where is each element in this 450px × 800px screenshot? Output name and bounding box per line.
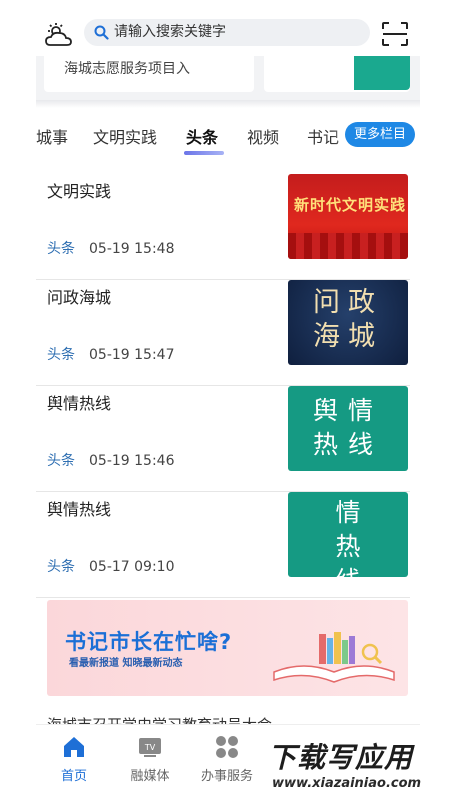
tab-headlines[interactable]: 头条	[186, 124, 218, 148]
nav-services[interactable]: 办事服务	[192, 725, 262, 795]
volunteer-service-label: 海城志愿服务项目入	[64, 61, 190, 77]
nav-media[interactable]: TV 融媒体	[115, 725, 185, 795]
tab-video[interactable]: 视频	[247, 124, 279, 148]
more-columns-button[interactable]: 更多栏目	[345, 122, 415, 147]
scan-icon[interactable]	[381, 21, 409, 47]
news-thumbnail: 新时代文明实践	[288, 174, 408, 259]
thumbnail-text: 新时代文明实践	[294, 196, 407, 214]
tv-icon: TV	[139, 738, 161, 757]
banner-subline: 看最新报道 知晓最新动态	[69, 658, 183, 669]
thumbnail-text: 问政 海城	[288, 286, 408, 354]
featured-card-2[interactable]	[264, 56, 410, 92]
news-title: 问政海城	[47, 288, 112, 307]
thumbnail-text-line: 热	[335, 532, 361, 561]
news-time: 05-19 15:47	[89, 347, 175, 363]
search-icon	[94, 25, 109, 40]
news-thumbnail: 问政 海城	[288, 280, 408, 365]
thumbnail-text: 情 热 线	[288, 496, 408, 577]
news-meta: 头条 05-19 15:48	[47, 238, 174, 258]
thumbnail-text-line: 海城	[313, 321, 383, 352]
nav-label: 融媒体	[130, 769, 170, 784]
watermark-url: www.xiazainiao.com	[272, 776, 422, 791]
news-item[interactable]: 舆情热线 头条 05-17 09:10 情 热 线	[36, 492, 410, 598]
news-time: 05-19 15:48	[89, 241, 175, 257]
nav-label: 首页	[60, 769, 87, 784]
thumbnail-text-line: 热线	[312, 430, 383, 459]
news-tag: 头条	[47, 241, 75, 257]
weather-icon[interactable]	[44, 22, 74, 48]
thumbnail-text-line: 舆情	[312, 396, 383, 425]
news-item[interactable]: 问政海城 头条 05-19 15:47 问政 海城	[36, 280, 410, 386]
news-tag: 头条	[47, 559, 75, 575]
news-time: 05-17 09:10	[89, 559, 175, 575]
nav-home[interactable]: 首页	[39, 725, 109, 795]
banner-headline: 书记市长在忙啥?	[65, 630, 233, 654]
news-thumbnail: 情 热 线	[288, 492, 408, 577]
volunteer-service-card[interactable]: 海城志愿服务项目入	[44, 56, 254, 92]
nav-label: 办事服务	[200, 769, 253, 784]
featured-card-image	[354, 56, 410, 90]
news-title: 文明实践	[47, 182, 112, 201]
news-item[interactable]: 文明实践 头条 05-19 15:48 新时代文明实践	[36, 174, 410, 280]
thumbnail-text: 舆情 热线	[288, 394, 408, 462]
news-meta: 头条 05-17 09:10	[47, 556, 174, 576]
news-item[interactable]: 舆情热线 头条 05-19 15:46 舆情 热线	[36, 386, 410, 492]
news-title: 舆情热线	[47, 500, 112, 519]
tab-secretary[interactable]: 书记	[307, 124, 339, 148]
news-meta: 头条 05-19 15:46	[47, 450, 174, 470]
news-tag: 头条	[47, 347, 75, 363]
news-thumbnail: 舆情 热线	[288, 386, 408, 471]
thumbnail-text-line: 线	[288, 564, 408, 577]
active-tab-indicator	[184, 151, 224, 155]
featured-cards: 海城志愿服务项目入	[36, 56, 420, 100]
tab-civilization[interactable]: 文明实践	[93, 124, 157, 148]
news-tag: 头条	[47, 453, 75, 469]
grid-icon	[216, 736, 238, 758]
search-bar[interactable]: 请输入搜索关键字	[84, 19, 370, 46]
home-icon	[64, 737, 84, 757]
thumbnail-decoration	[288, 233, 408, 259]
news-meta: 头条 05-19 15:47	[47, 344, 174, 364]
news-title: 舆情热线	[47, 394, 112, 413]
news-time: 05-19 15:46	[89, 453, 175, 469]
thumbnail-text-line: 问政	[313, 287, 383, 318]
tab-city[interactable]: 城事	[36, 124, 68, 148]
top-bar: 请输入搜索关键字	[0, 0, 450, 56]
divider	[36, 100, 420, 108]
watermark-text: 下载写应用	[268, 741, 414, 774]
promo-banner[interactable]: 书记市长在忙啥? 看最新报道 知晓最新动态	[47, 600, 408, 696]
svg-text:TV: TV	[144, 743, 156, 752]
search-input[interactable]: 请输入搜索关键字	[114, 23, 226, 42]
book-illustration-icon	[273, 632, 395, 683]
thumbnail-text-line: 情	[335, 498, 361, 527]
watermark: 下载写应用 www.xiazainiao.com	[262, 732, 450, 800]
news-item-partial[interactable]: 海城市召开学史学习教育动员大会	[47, 712, 347, 724]
